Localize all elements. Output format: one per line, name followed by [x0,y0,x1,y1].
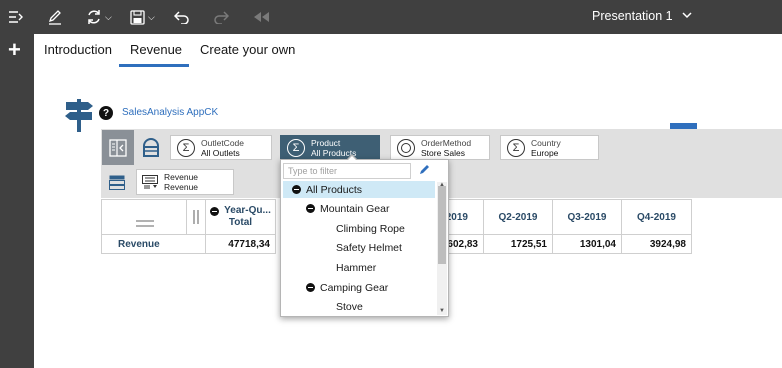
add-icon[interactable]: + [8,39,21,61]
column-dimension-label: Year-Qu... [224,205,271,216]
measure-icon [142,175,158,189]
tree-item-label: Stove [336,300,363,313]
filter-value: All Outlets [201,147,240,158]
tree-item-label: Camping Gear [320,281,389,294]
app-name[interactable]: SalesAnalysis AppCK [122,107,218,118]
presentation-title: Presentation 1 [592,9,673,23]
rewind-icon[interactable] [252,7,270,27]
tree-item[interactable]: Climbing Rope [283,220,435,237]
drag-handle-icon[interactable] [136,220,154,228]
filter-chip-ordermethod[interactable]: OrderMethod Store Sales [390,135,490,160]
table-cell: 1301,04 [553,235,622,254]
chevron-down-icon [682,11,692,22]
tab-create-your-own[interactable]: Create your own [200,42,295,57]
tree-item[interactable]: Safety Helmet [283,239,435,256]
collapse-icon[interactable] [292,185,301,194]
save-icon[interactable]: ⌵ [130,7,155,27]
row-header[interactable]: Revenue [101,235,206,254]
undo-icon[interactable] [174,7,190,27]
measure-chip[interactable]: Revenue Revenue [136,169,234,195]
radio-target-icon [397,138,415,157]
corner-cell [101,199,187,235]
measure-label: Revenue [164,172,199,182]
edit-icon[interactable] [47,7,63,27]
tree-item[interactable]: All Products [283,181,435,198]
pencil-icon[interactable] [418,164,430,176]
chevron-down-icon[interactable]: ⌵ [105,12,112,23]
tree-item-label: All Products [306,183,363,196]
dropdown-pointer-inner [348,156,356,160]
tree-item[interactable]: Camping Gear [283,279,435,296]
filter-value: Store Sales [421,147,465,158]
redo-icon[interactable] [213,7,229,27]
refresh-icon[interactable]: ⌵ [86,7,112,27]
column-total-label: Total [228,217,253,228]
filter-value: Europe [531,147,559,158]
tree-item[interactable]: Stove [283,298,435,315]
sigma-icon: Σ [287,138,305,157]
rows-layout-icon[interactable] [109,175,125,190]
sigma-icon: Σ [177,138,195,157]
year-quarter-header[interactable]: Year-Qu... Total [206,199,276,235]
table-cell: 1725,51 [484,235,553,254]
table-cell: 3924,98 [622,235,692,254]
filter-chip-country[interactable]: Σ Country Europe [500,135,599,160]
collapse-icon[interactable] [210,206,220,216]
filter-chip-product[interactable]: Σ Product All Products [280,135,380,160]
filter-input[interactable] [283,163,411,179]
menu-icon[interactable] [8,7,24,27]
collapse-filters-icon[interactable] [102,130,134,165]
collapse-icon[interactable] [306,204,315,213]
signpost-icon [65,99,93,132]
scrollbar-thumb[interactable] [438,186,446,264]
filter-dimension: Product [311,137,341,148]
table-cell: 47718,34 [206,235,276,254]
chevron-down-icon[interactable]: ⌵ [148,12,155,23]
tree-item-label: Safety Helmet [336,241,402,254]
presentation-selector[interactable]: Presentation 1 [592,9,692,23]
sigma-icon: Σ [507,138,525,157]
column-header[interactable]: Q4-2019 [622,199,692,235]
tree-item-label: Hammer [336,261,377,274]
column-header[interactable]: Q2-2019 [484,199,553,235]
scroll-down-icon[interactable]: ▼ [438,308,446,314]
collapse-icon[interactable] [306,283,315,292]
filter-dimension: OutletCode [201,137,244,148]
tree-item-label: Climbing Rope [336,222,405,235]
tab-revenue[interactable]: Revenue [130,42,182,57]
tree-item[interactable]: Hammer [283,259,435,276]
app-root: { "toolbar": { "presentation_title": "Pr… [0,0,782,368]
resize-grip-icon[interactable] [193,210,199,224]
tree-item-label: Mountain Gear [320,202,390,215]
drawer-icon[interactable] [142,138,160,158]
tree-item[interactable]: Mountain Gear [283,200,435,217]
filter-dimension: Country [531,137,561,148]
help-icon[interactable]: ? [99,106,113,120]
filter-dimension: OrderMethod [421,137,472,148]
filter-chip-outletcode[interactable]: Σ OutletCode All Outlets [170,135,272,160]
column-header[interactable]: Q3-2019 [553,199,622,235]
left-rail: + [0,34,34,368]
col-resize-handle[interactable] [187,199,206,235]
active-tab-indicator [119,64,189,67]
measure-sublabel: Revenue [164,182,199,192]
tab-introduction[interactable]: Introduction [44,42,112,57]
